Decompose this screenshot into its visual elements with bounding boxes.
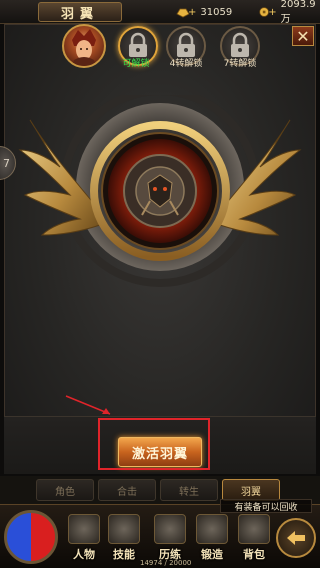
character-icon (68, 514, 100, 544)
slot-2-label: 4转解锁 (169, 59, 203, 69)
hero-face-icon (72, 29, 96, 66)
gold-amount: 31059 (200, 6, 233, 18)
hp-readout: 14974 / 20000 (140, 559, 192, 567)
back-arrow-button[interactable] (276, 518, 316, 558)
tab-character[interactable]: 角色 (36, 479, 94, 501)
page-title: 羽翼 (38, 2, 122, 22)
gold-add-button[interactable]: + (188, 7, 196, 18)
nav-character[interactable]: 人物 (64, 514, 104, 562)
gold-currency: + 31059 (176, 5, 232, 19)
back-arrow-icon (287, 531, 305, 545)
tab-wings[interactable]: 羽翼 (222, 479, 280, 501)
hp-mp-orb (4, 510, 58, 564)
hero-portrait[interactable] (62, 24, 106, 68)
nav-forge[interactable]: 锻造 (192, 514, 232, 562)
slot-3-label: 7转解锁 (223, 59, 257, 69)
skill-book-icon (108, 514, 140, 544)
coin-currency: + 2093.9万 (258, 0, 320, 25)
recycle-tip[interactable]: 有装备可以回收 (220, 499, 312, 513)
dragon-emblem-icon (135, 166, 185, 216)
tutorial-highlight (98, 418, 210, 470)
backpack-icon (238, 514, 270, 544)
close-button[interactable]: ✕ (292, 26, 314, 46)
coin-amount: 2093.9万 (280, 0, 316, 25)
training-icon (154, 514, 186, 544)
wings-emblem (18, 95, 302, 287)
nav-skills[interactable]: 技能 (104, 514, 144, 562)
nav-training[interactable]: 历练 (150, 514, 190, 562)
coin-add-button[interactable]: + (268, 7, 276, 18)
nav-backpack[interactable]: 背包 (234, 514, 274, 562)
forge-icon (196, 514, 228, 544)
tab-combo[interactable]: 合击 (98, 479, 156, 501)
tab-rebirth[interactable]: 转生 (160, 479, 218, 501)
